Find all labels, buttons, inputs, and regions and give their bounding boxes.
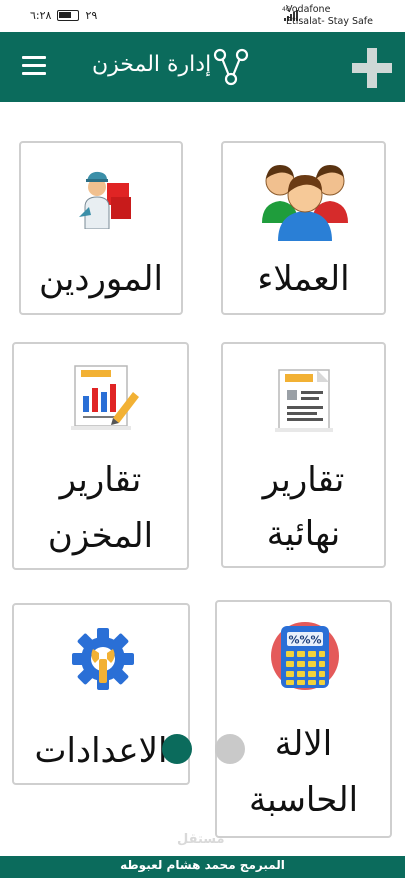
add-icon[interactable]	[350, 46, 394, 90]
battery-icon	[57, 10, 80, 21]
customers-label: العملاء	[257, 259, 350, 299]
page-title: إدارة المخزن	[92, 52, 212, 77]
share-icon[interactable]	[212, 48, 250, 86]
developer-credit: المبرمج محمد هشام لعبوطه	[120, 858, 285, 872]
status-left: ٦:٢٨ ٢٩	[30, 9, 97, 22]
suppliers-label: الموردين	[39, 259, 163, 299]
supplier-delivery-icon	[79, 171, 131, 229]
settings-gear-wrench-icon	[72, 628, 134, 690]
calculator-tile[interactable]: %%% الالة الحاسبة	[215, 600, 392, 838]
stock-reports-label-line2: المخزن	[47, 516, 154, 556]
final-reports-label-line1: تقارير	[262, 460, 345, 500]
footer-bar: المبرمج محمد هشام لعبوطه	[0, 856, 405, 878]
calculator-display-text: %%%	[288, 634, 321, 647]
page-indicator-active[interactable]	[162, 734, 192, 764]
suppliers-tile[interactable]: الموردين	[19, 141, 183, 315]
carrier-info: Vodafone Etisalat- Stay Safe	[286, 4, 373, 28]
stock-reports-label-line1: تقارير	[59, 460, 142, 500]
carrier-secondary: Etisalat- Stay Safe	[285, 16, 373, 27]
carrier-primary: Vodafone	[285, 4, 331, 15]
calculator-icon: %%%	[271, 622, 339, 690]
menu-icon[interactable]	[22, 56, 48, 76]
customers-tile[interactable]: العملاء	[221, 141, 386, 315]
clock: ٦:٢٨	[30, 9, 52, 22]
final-reports-label-line2: نهائية	[266, 514, 341, 554]
customers-group-icon	[262, 165, 348, 241]
watermark: مستقل	[177, 832, 225, 847]
final-report-document-icon	[275, 369, 333, 432]
status-bar: ٦:٢٨ ٢٩ 4G Vodafone Etisalat- Stay Safe	[0, 0, 405, 32]
settings-tile[interactable]: الاعدادات	[12, 603, 190, 785]
page-indicator-inactive[interactable]	[215, 734, 245, 764]
battery-level: ٢٩	[85, 9, 98, 22]
stock-report-chart-icon	[71, 365, 139, 430]
stock-reports-tile[interactable]: تقارير المخزن	[12, 342, 189, 570]
calculator-label-line2: الحاسبة	[248, 780, 359, 820]
final-reports-tile[interactable]: تقارير نهائية	[221, 342, 386, 568]
